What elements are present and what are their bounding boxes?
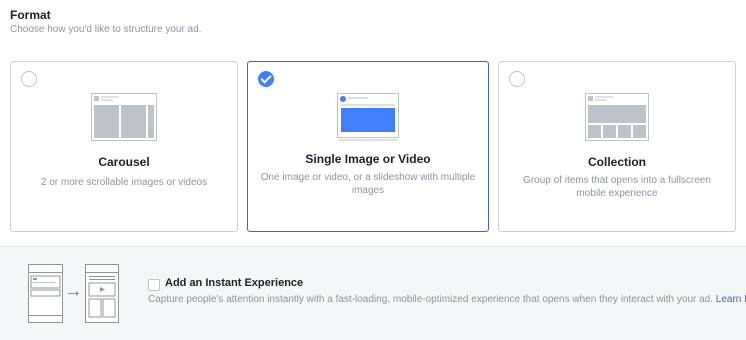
option-title: Single Image or Video <box>305 152 431 166</box>
format-subtitle: Choose how you'd like to structure your … <box>10 24 202 35</box>
format-option-carousel[interactable]: Carousel 2 or more scrollable images or … <box>10 61 238 232</box>
format-option-collection[interactable]: Collection Group of items that opens int… <box>498 61 736 232</box>
format-title: Format <box>10 8 51 22</box>
option-title: Collection <box>587 155 646 169</box>
instant-experience-preview-icon <box>28 264 123 329</box>
radio-single-image-checked[interactable] <box>258 71 274 87</box>
option-description: 2 or more scrollable images or videos <box>40 177 208 188</box>
collection-preview-icon <box>585 93 649 146</box>
option-title: Carousel <box>98 155 150 169</box>
radio-collection[interactable] <box>509 71 525 87</box>
option-description: Group of items that opens into a fullscr… <box>523 175 711 199</box>
single-image-preview-icon <box>337 93 399 146</box>
format-section: Format Choose how you'd like to structur… <box>0 0 746 340</box>
carousel-preview-icon <box>91 93 157 146</box>
format-option-single-image[interactable]: Single Image or Video One image or video… <box>247 61 489 232</box>
radio-carousel[interactable] <box>21 71 37 87</box>
instant-experience-description: Capture people's attention instantly wit… <box>148 294 746 305</box>
instant-experience-title[interactable]: Add an Instant Experience <box>165 277 303 289</box>
option-description: One image or video, or a slideshow with … <box>260 172 476 196</box>
learn-more-link[interactable]: Learn More <box>716 294 746 305</box>
instant-experience-description-text: Capture people's attention instantly wit… <box>148 294 714 305</box>
instant-experience-checkbox[interactable] <box>148 279 160 291</box>
instant-experience-panel: Add an Instant Experience Capture people… <box>0 246 746 340</box>
